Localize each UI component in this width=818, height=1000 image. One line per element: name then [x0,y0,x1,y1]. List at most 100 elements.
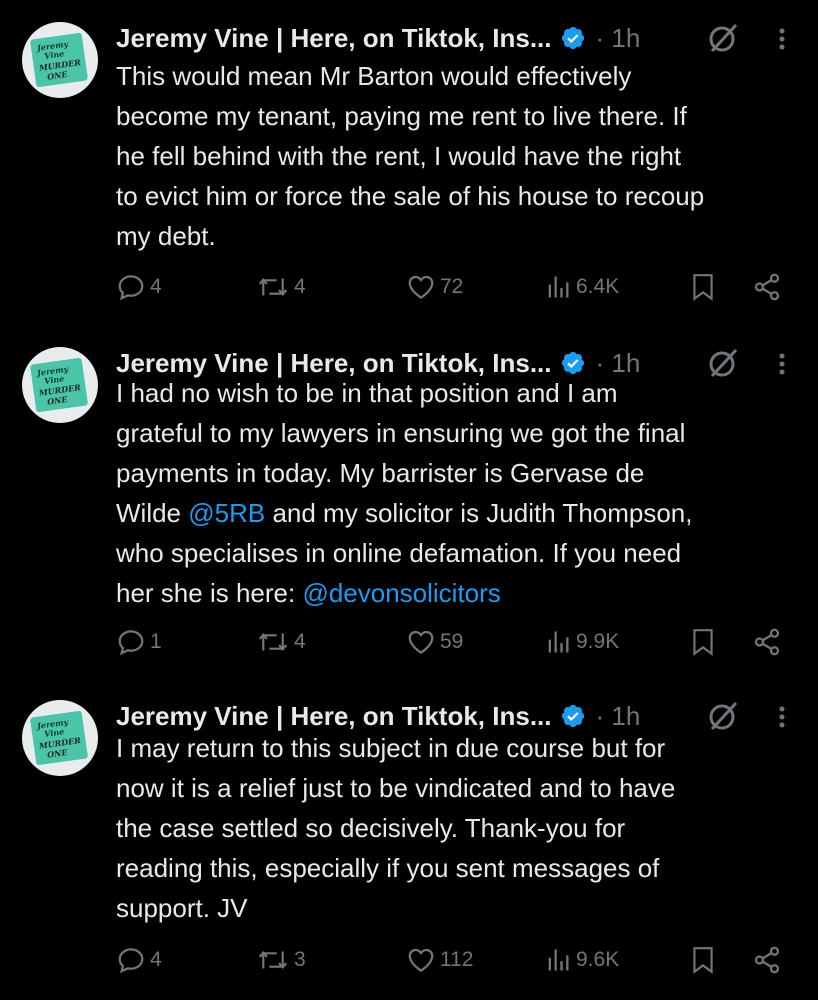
like-icon [408,275,434,299]
tweet-text-line: This would mean Mr Barton would effectiv… [116,56,806,96]
like-button[interactable]: 112 [406,940,473,980]
reply-count: 4 [150,948,162,971]
timestamp-value: 1h [611,700,641,731]
text-segment: now it is a relief just to be vindicated… [116,773,676,803]
views-count: 6.4K [576,275,620,298]
text-segment: I may return to this subject in due cour… [116,733,666,763]
tweet-text-line: who specialises in online defamation. If… [116,533,806,573]
text-segment: to evict him or force the sale of his ho… [116,181,705,211]
tweet-text-line: support. JV [116,888,806,928]
views-button[interactable]: 9.6K [544,940,619,980]
tweet-text-line: become my tenant, paying me rent to live… [116,96,806,136]
text-segment: become my tenant, paying me rent to live… [116,101,687,131]
timestamp[interactable]: · 1h [596,23,641,54]
like-count: 59 [440,630,464,653]
mention-link[interactable]: @devonsolicitors [302,578,500,608]
tweet-text-line: I may return to this subject in due cour… [116,728,806,768]
text-segment: who specialises in online defamation. If… [116,538,682,568]
views-button[interactable]: 6.4K [544,267,619,307]
views-count: 9.6K [576,948,620,971]
text-segment: the case settled so decisively. Thank-yo… [116,813,626,843]
bookmark-button[interactable] [690,267,716,307]
text-segment: grateful to my lawyers in ensuring we go… [116,418,686,448]
tweet-text-line: grateful to my lawyers in ensuring we go… [116,413,806,453]
share-button[interactable] [752,267,782,307]
text-segment: her she is here: [116,578,303,608]
views-icon [548,949,569,971]
tweet-text: This would mean Mr Barton would effectiv… [116,56,806,256]
tweet-text-line: the case settled so decisively. Thank-yo… [116,808,806,848]
like-icon [408,630,434,654]
repost-button[interactable]: 4 [256,267,306,307]
tweet-text-line: Wilde @5RB and my solicitor is Judith Th… [116,493,806,533]
reply-button[interactable]: 1 [116,622,162,662]
repost-icon [258,278,288,296]
tweet-text-line: payments in today. My barrister is Gerva… [116,453,806,493]
bookmark-icon [693,947,713,974]
tweet[interactable]: Jeremy Vine MURDER ONE Jeremy Vine | Here, … [0,325,818,678]
views-button[interactable]: 9.9K [544,622,619,662]
share-button[interactable] [752,940,782,980]
tweet-text-line: now it is a relief just to be vindicated… [116,768,806,808]
grok-icon[interactable] [706,24,740,54]
text-segment: Wilde [116,498,189,528]
repost-button[interactable]: 4 [256,622,306,662]
like-icon [408,948,434,972]
action-bar: 1 4 59 9.9K [116,622,796,662]
author-name[interactable]: Jeremy Vine | Here, on Tiktok, Ins... [116,23,552,54]
reply-button[interactable]: 4 [116,267,162,307]
share-icon [754,628,780,656]
action-bar: 4 3 112 9.6K [116,940,796,980]
repost-icon [258,951,288,969]
text-segment: This would mean Mr Barton would effectiv… [116,61,632,91]
tweet-text-line: reading this, especially if you sent mes… [116,848,806,888]
tweet-text: I may return to this subject in due cour… [116,728,806,928]
bookmark-icon [693,629,713,656]
avatar[interactable]: Jeremy Vine MURDER ONE [22,22,98,98]
repost-count: 4 [294,275,306,298]
text-segment: I had no wish to be in that position and… [116,378,618,408]
tweet-text-line: my debt. [116,216,806,256]
share-icon [754,273,780,301]
like-button[interactable]: 72 [406,267,463,307]
like-count: 72 [440,275,464,298]
tweet-text-line: he fell behind with the rent, I would ha… [116,136,806,176]
views-icon [548,631,569,653]
text-segment: my debt. [116,221,216,251]
text-segment: payments in today. My barrister is Gerva… [116,458,645,488]
text-segment: reading this, especially if you sent mes… [116,853,660,883]
timestamp[interactable]: · 1h [596,701,641,732]
text-segment: he fell behind with the rent, I would ha… [116,141,682,171]
mention-link[interactable]: @5RB [188,498,265,528]
share-icon [754,946,780,974]
avatar[interactable]: Jeremy Vine MURDER ONE [22,347,98,423]
reply-count: 1 [150,630,162,653]
reply-icon [118,948,144,974]
tweet-text: I had no wish to be in that position and… [116,373,806,613]
tweet[interactable]: Jeremy Vine MURDER ONE Jeremy Vine | Here, … [0,0,818,325]
repost-button[interactable]: 3 [256,940,306,980]
repost-icon [258,633,288,651]
share-button[interactable] [752,622,782,662]
like-count: 112 [440,948,474,971]
reply-icon [118,630,144,656]
text-segment: and my solicitor is Judith Thompson, [265,498,693,528]
bookmark-button[interactable] [690,622,716,662]
author-name[interactable]: Jeremy Vine | Here, on Tiktok, Ins... [116,701,552,732]
tweet-text-line: her she is here: @devonsolicitors [116,573,806,613]
tweet[interactable]: Jeremy Vine MURDER ONE Jeremy Vine | Here, … [0,678,818,1000]
bookmark-icon [693,274,713,301]
verified-badge-icon [561,26,584,50]
avatar[interactable]: Jeremy Vine MURDER ONE [22,700,98,776]
more-options-icon[interactable] [772,24,792,54]
verified-badge-icon [561,704,584,728]
repost-count: 3 [294,948,306,971]
timestamp-value: 1h [611,22,641,53]
tweet-text-line: to evict him or force the sale of his ho… [116,176,806,216]
bookmark-button[interactable] [690,940,716,980]
action-bar: 4 4 72 6.4K [116,267,796,307]
repost-count: 4 [294,630,306,653]
text-segment: support. JV [116,893,248,923]
like-button[interactable]: 59 [406,622,463,662]
reply-button[interactable]: 4 [116,940,162,980]
